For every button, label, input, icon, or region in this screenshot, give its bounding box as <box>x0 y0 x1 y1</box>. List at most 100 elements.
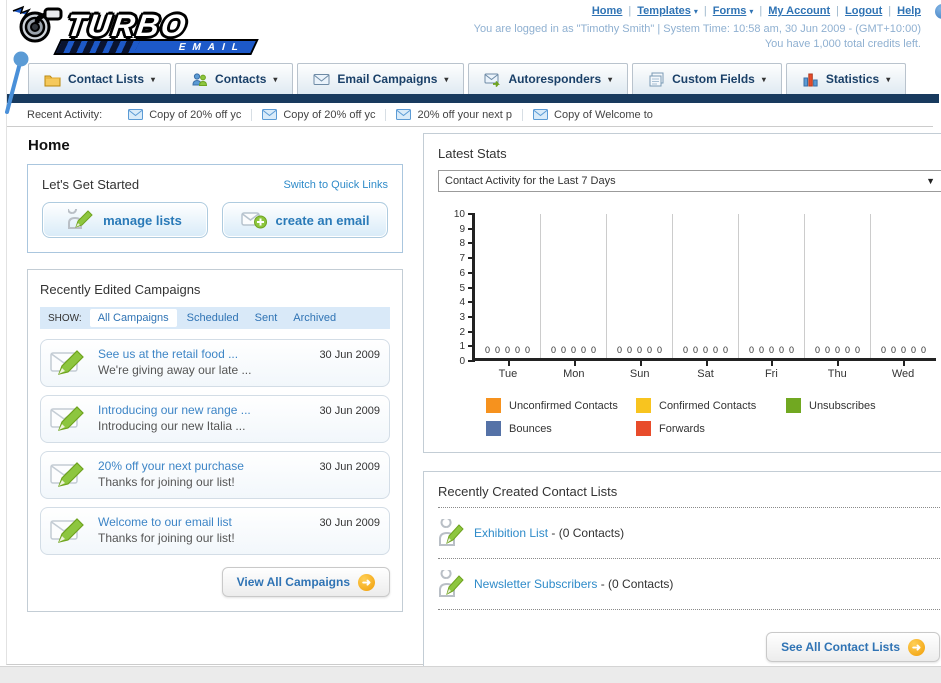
contact-list-item[interactable]: Newsletter Subscribers - (0 Contacts) <box>438 567 941 601</box>
nav-tab-contact-lists[interactable]: Contact Lists ▾ <box>28 63 172 94</box>
nav-tab-custom-fields[interactable]: Custom Fields ▾ <box>632 63 782 94</box>
turbocharger-icon <box>12 5 63 43</box>
x-tick-label: Wed <box>870 361 936 380</box>
recent-activity-item[interactable]: 20% off your next p <box>385 108 522 121</box>
person-pencil-icon <box>439 519 464 546</box>
y-tick-label: 3 <box>459 311 465 323</box>
contact-list-items: Exhibition List - (0 Contacts) Newslette… <box>438 516 941 610</box>
envelope-pencil-icon <box>50 350 84 375</box>
campaign-title-link[interactable]: See us at the retail food ... <box>98 347 309 361</box>
campaign-filter[interactable]: Scheduled <box>187 312 239 324</box>
manage-lists-button[interactable]: manage lists <box>42 202 208 238</box>
campaign-item[interactable]: See us at the retail food ... We're givi… <box>40 339 390 387</box>
latest-stats-title: Latest Stats <box>438 146 507 161</box>
chart-x-axis: Tue Mon Sun Sat Fri Thu Wed <box>475 361 936 380</box>
top-nav-links: Home | Templates ▾ | Forms ▾ | My Accoun… <box>591 5 921 17</box>
chevron-down-icon: ▾ <box>273 74 278 84</box>
bar-value-labels: 00000 <box>616 345 663 355</box>
recent-activity-item[interactable]: Copy of 20% off yc <box>251 108 385 121</box>
chart-day-group: 00000 <box>541 214 607 358</box>
y-tick-label: 10 <box>453 209 465 220</box>
nav-tab-statistics[interactable]: Statistics ▾ <box>785 63 907 94</box>
contacts-icon <box>192 72 208 86</box>
top-nav-link[interactable]: Logout <box>845 5 882 17</box>
view-all-campaigns-label: View All Campaigns <box>236 575 350 589</box>
legend-item: Forwards <box>636 421 786 436</box>
top-nav-link[interactable]: Forms <box>713 5 747 17</box>
see-all-contact-lists-button[interactable]: See All Contact Lists ➜ <box>766 632 940 662</box>
campaign-filter[interactable]: Archived <box>293 312 336 324</box>
nav-tab-autoresponders[interactable]: Autoresponders ▾ <box>468 63 629 94</box>
contact-lists-title: Recently Created Contact Lists <box>438 484 618 499</box>
campaign-date: 30 Jun 2009 <box>319 461 380 473</box>
contact-list-name-link[interactable]: Newsletter Subscribers <box>474 577 597 591</box>
create-email-button[interactable]: create an email <box>222 202 388 238</box>
navy-divider-bar <box>7 94 939 103</box>
campaign-title-link[interactable]: Introducing our new range ... <box>98 403 309 417</box>
bar-value-labels: 00000 <box>550 345 597 355</box>
arrow-right-icon: ➜ <box>908 638 925 656</box>
envelope-arrow-icon <box>484 73 501 87</box>
nav-tab-email-campaigns[interactable]: Email Campaigns ▾ <box>297 63 465 94</box>
legend-item: Unconfirmed Contacts <box>486 398 636 413</box>
top-nav-link[interactable]: Home <box>592 5 623 17</box>
stats-period-select[interactable]: Contact Activity for the Last 7 Days ▼ <box>438 170 941 192</box>
switch-quick-links-link[interactable]: Switch to Quick Links <box>283 179 388 191</box>
y-tick-label: 8 <box>459 238 465 250</box>
person-pencil-icon <box>439 570 464 597</box>
top-nav-link[interactable]: Templates <box>637 5 691 17</box>
contact-lists-panel: Recently Created Contact Lists Exhibitio… <box>423 471 941 677</box>
login-line: You are logged in as "Timothy Smith" | S… <box>473 23 921 35</box>
chart-y-axis: 0 1 2 3 4 5 6 7 8 9 10 <box>446 209 475 367</box>
arrow-right-icon: ➜ <box>358 573 375 591</box>
legend-item: Bounces <box>486 421 636 436</box>
campaign-date: 30 Jun 2009 <box>319 349 380 361</box>
recent-activity-item[interactable]: Copy of Welcome to <box>522 108 663 121</box>
legend-swatch <box>636 421 651 436</box>
nav-tab-contacts[interactable]: Contacts ▾ <box>175 63 294 94</box>
legend-label: Bounces <box>509 422 552 435</box>
top-nav-link[interactable]: Help <box>897 5 921 17</box>
campaign-item[interactable]: 20% off your next purchase Thanks for jo… <box>40 451 390 499</box>
campaign-filter[interactable]: Sent <box>255 312 278 324</box>
chevron-down-icon: ▼ <box>926 176 935 186</box>
x-tick-label: Mon <box>541 361 607 380</box>
chart-legend: Unconfirmed Contacts Confirmed Contacts … <box>486 398 936 436</box>
bar-value-labels: 00000 <box>814 345 861 355</box>
chart-day-group: 00000 <box>739 214 805 358</box>
chart-day-group: 00000 <box>805 214 871 358</box>
y-tick-label: 7 <box>459 253 465 265</box>
view-all-campaigns-button[interactable]: View All Campaigns ➜ <box>221 567 390 597</box>
contact-list-count: - (0 Contacts) <box>600 577 674 591</box>
create-email-label: create an email <box>275 212 370 228</box>
campaign-title-link[interactable]: Welcome to our email list <box>98 515 309 529</box>
campaign-title-link[interactable]: 20% off your next purchase <box>98 459 309 473</box>
left-column: Home Let's Get Started Switch to Quick L… <box>27 133 403 677</box>
top-nav-link[interactable]: My Account <box>768 5 830 17</box>
contact-list-item[interactable]: Exhibition List - (0 Contacts) <box>438 516 941 550</box>
turbo-email-dashboard: TURBO EMAIL Home | Templates ▾ | Forms ▾… <box>0 0 941 683</box>
pages-icon <box>649 72 664 86</box>
campaign-filter[interactable]: All Campaigns <box>89 309 177 327</box>
stats-period-value: Contact Activity for the Last 7 Days <box>445 175 616 187</box>
manage-lists-label: manage lists <box>103 212 182 228</box>
campaign-item[interactable]: Introducing our new range ... Introducin… <box>40 395 390 443</box>
annotation-callout-line <box>5 51 29 114</box>
chart-day-group: 00000 <box>871 214 936 358</box>
y-tick-label: 5 <box>459 282 465 294</box>
legend-swatch <box>636 398 651 413</box>
envelope-icon <box>262 109 278 120</box>
legend-item: Unsubscribes <box>786 398 936 413</box>
campaign-item[interactable]: Welcome to our email list Thanks for joi… <box>40 507 390 555</box>
legend-label: Unconfirmed Contacts <box>509 399 618 412</box>
footer-strip <box>0 666 941 683</box>
campaign-list: See us at the retail food ... We're givi… <box>40 339 390 555</box>
chart-day-group: 00000 <box>607 214 673 358</box>
y-tick-label: 2 <box>459 326 465 338</box>
recent-activity-item[interactable]: Copy of 20% off yc <box>118 109 251 121</box>
chevron-down-icon: ▾ <box>151 74 156 84</box>
legend-label: Confirmed Contacts <box>659 399 757 412</box>
main-nav-tab-bar: Contact Lists ▾ Contacts ▾ Email Campaig… <box>7 62 939 94</box>
contact-list-name-link[interactable]: Exhibition List <box>474 526 548 540</box>
list-pencil-icon <box>68 209 93 229</box>
